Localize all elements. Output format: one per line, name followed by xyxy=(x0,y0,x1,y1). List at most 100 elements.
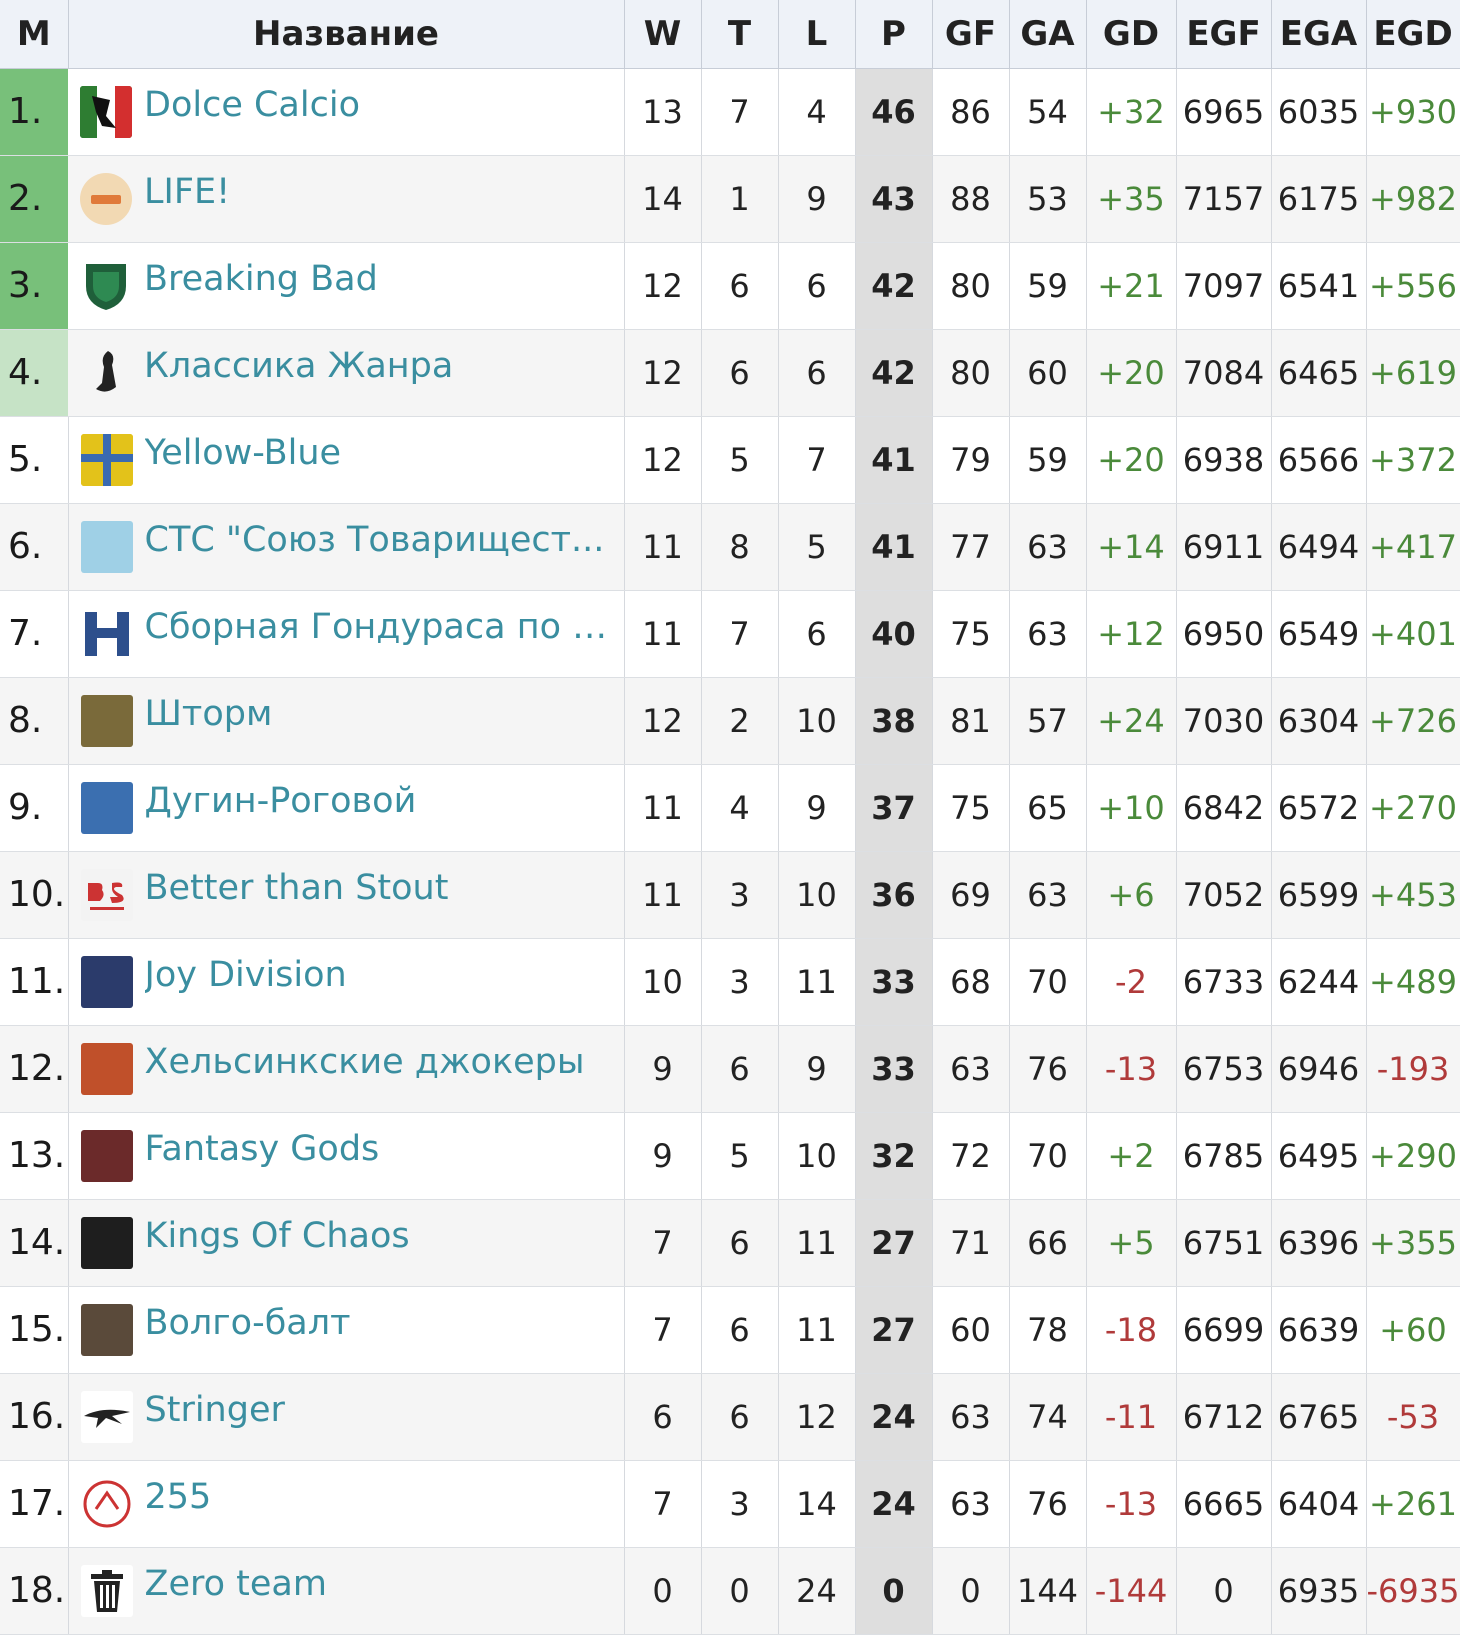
wins-cell: 7 xyxy=(624,1460,702,1548)
team-name-link[interactable]: 255 xyxy=(145,1477,212,1517)
ega-cell: 6572 xyxy=(1271,764,1367,852)
goals-against-cell: 70 xyxy=(1009,938,1087,1026)
points-cell: 41 xyxy=(855,503,933,591)
team-name-link[interactable]: Волго-балт xyxy=(145,1303,351,1343)
header-goal-difference[interactable]: GD xyxy=(1086,0,1177,69)
header-egd[interactable]: EGD xyxy=(1366,0,1460,69)
wins-cell: 7 xyxy=(624,1199,702,1287)
ega-cell: 6304 xyxy=(1271,677,1367,765)
team-name-link[interactable]: Шторм xyxy=(145,694,273,734)
ties-cell: 3 xyxy=(701,851,779,939)
team-name-link[interactable]: Zero team xyxy=(145,1564,327,1604)
wins-cell: 12 xyxy=(624,329,702,417)
goals-for-cell: 75 xyxy=(932,764,1010,852)
header-points[interactable]: P xyxy=(855,0,933,69)
goals-against-cell: 57 xyxy=(1009,677,1087,765)
goals-against-cell: 70 xyxy=(1009,1112,1087,1200)
team-name-link[interactable]: Сборная Гондураса по х... xyxy=(145,607,624,647)
header-ties[interactable]: T xyxy=(701,0,779,69)
position-cell: 6. xyxy=(0,503,69,591)
table-row: 11. Joy Division 10 3 11 33 68 70 -2 6733 6244 +489 xyxy=(0,938,1460,1026)
team-cell: Joy Division xyxy=(68,938,625,1026)
team-name-link[interactable]: Better than Stout xyxy=(145,868,449,908)
wins-cell: 12 xyxy=(624,242,702,330)
ties-cell: 6 xyxy=(701,242,779,330)
header-goals-for[interactable]: GF xyxy=(932,0,1010,69)
points-cell: 33 xyxy=(855,1025,933,1113)
team-name-link[interactable]: Dolce Calcio xyxy=(144,85,360,125)
255-logo xyxy=(80,1477,133,1530)
table-row: 4. Классика Жанра 12 6 6 42 80 60 +20 7084 6465 +61… xyxy=(0,329,1460,417)
team-cell: Дугин-Роговой xyxy=(68,764,625,852)
goals-against-cell: 54 xyxy=(1009,68,1087,156)
team-name-link[interactable]: Дугин-Роговой xyxy=(145,781,417,821)
team-name-link[interactable]: Joy Division xyxy=(145,955,347,995)
egd-cell: +489 xyxy=(1366,938,1460,1026)
goals-for-cell: 68 xyxy=(932,938,1010,1026)
egd-cell: +726 xyxy=(1366,677,1460,765)
points-cell: 24 xyxy=(855,1460,933,1548)
position-cell: 12. xyxy=(0,1025,69,1113)
goal-difference-cell: -11 xyxy=(1086,1373,1177,1461)
egd-cell: +290 xyxy=(1366,1112,1460,1200)
team-name-link[interactable]: Stringer xyxy=(145,1390,285,1430)
losses-cell: 9 xyxy=(778,155,856,243)
egf-cell: 6842 xyxy=(1176,764,1272,852)
goals-against-cell: 59 xyxy=(1009,242,1087,330)
table-row: 13. Fantasy Gods 9 5 10 32 72 70 +2 6785 6495 +290 xyxy=(0,1112,1460,1200)
table-row: 1. Dolce Calcio 13 7 4 46 86 54 +32 6965 6035 +930 xyxy=(0,68,1460,156)
egf-cell: 7157 xyxy=(1176,155,1272,243)
ties-cell: 8 xyxy=(701,503,779,591)
egd-cell: +355 xyxy=(1366,1199,1460,1287)
losses-cell: 24 xyxy=(778,1547,856,1635)
goals-for-cell: 60 xyxy=(932,1286,1010,1374)
team-cell: Stringer xyxy=(68,1373,625,1461)
team-name-link[interactable]: Классика Жанра xyxy=(144,346,453,386)
goals-for-cell: 75 xyxy=(932,590,1010,678)
losses-cell: 12 xyxy=(778,1373,856,1461)
goals-for-cell: 79 xyxy=(932,416,1010,504)
points-cell: 46 xyxy=(855,68,933,156)
fantasy-gods-logo xyxy=(80,1129,133,1182)
goals-against-cell: 76 xyxy=(1009,1025,1087,1113)
team-cell: 255 xyxy=(68,1460,625,1548)
ties-cell: 3 xyxy=(701,938,779,1026)
position-cell: 18. xyxy=(0,1547,69,1635)
header-goals-against[interactable]: GA xyxy=(1009,0,1087,69)
losses-cell: 10 xyxy=(778,677,856,765)
team-name-link[interactable]: Yellow-Blue xyxy=(145,433,342,473)
team-name-link[interactable]: Kings Of Chaos xyxy=(145,1216,410,1256)
losses-cell: 7 xyxy=(778,416,856,504)
egf-cell: 6938 xyxy=(1176,416,1272,504)
team-name-link[interactable]: СТС "Союз Товарищест... xyxy=(145,520,605,560)
team-name-link[interactable]: LIFE! xyxy=(144,172,230,212)
egf-cell: 7084 xyxy=(1176,329,1272,417)
points-cell: 27 xyxy=(855,1199,933,1287)
position-cell: 7. xyxy=(0,590,69,678)
header-wins[interactable]: W xyxy=(624,0,702,69)
header-position[interactable]: M xyxy=(0,0,69,69)
ties-cell: 3 xyxy=(701,1460,779,1548)
egd-cell: -6935 xyxy=(1366,1547,1460,1635)
ega-cell: 6765 xyxy=(1271,1373,1367,1461)
header-losses[interactable]: L xyxy=(778,0,856,69)
header-ega[interactable]: EGA xyxy=(1271,0,1367,69)
team-name-link[interactable]: Хельсинкские джокеры xyxy=(145,1042,585,1082)
goal-difference-cell: -13 xyxy=(1086,1460,1177,1548)
team-name-link[interactable]: Fantasy Gods xyxy=(145,1129,380,1169)
position-cell: 2. xyxy=(0,155,68,243)
points-cell: 24 xyxy=(855,1373,933,1461)
egd-cell: +401 xyxy=(1366,590,1460,678)
losses-cell: 6 xyxy=(778,242,856,330)
team-cell: СТС "Союз Товарищест... xyxy=(68,503,625,591)
points-cell: 40 xyxy=(855,590,933,678)
points-cell: 27 xyxy=(855,1286,933,1374)
position-cell: 1. xyxy=(0,68,68,156)
header-team-name[interactable]: Название xyxy=(68,0,625,69)
wins-cell: 11 xyxy=(624,764,702,852)
yellow-blue-logo xyxy=(80,433,133,486)
team-name-link[interactable]: Breaking Bad xyxy=(144,259,378,299)
sts-logo xyxy=(80,520,133,573)
wins-cell: 9 xyxy=(624,1112,702,1200)
header-egf[interactable]: EGF xyxy=(1176,0,1272,69)
